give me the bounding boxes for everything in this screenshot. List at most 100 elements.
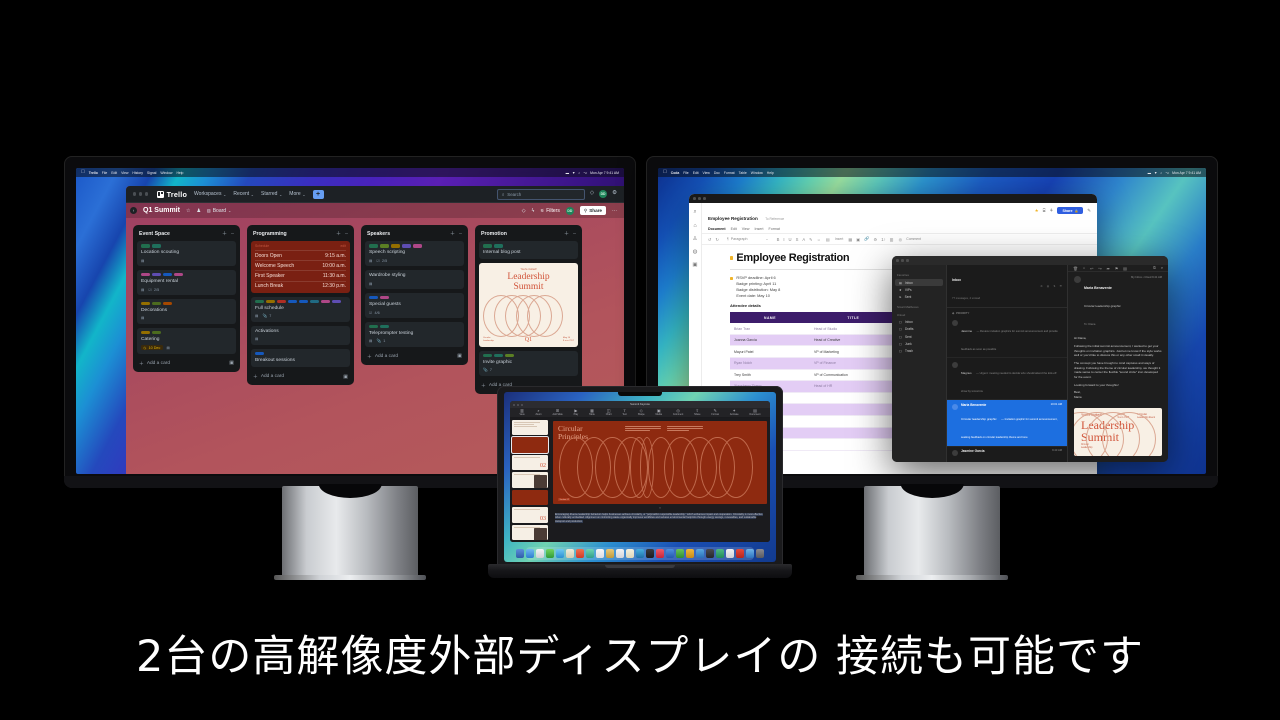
menubar-item-table[interactable]: Table	[739, 171, 747, 175]
dock-icon-calendar[interactable]	[595, 549, 605, 558]
menubar-item-format[interactable]: Format	[724, 171, 735, 175]
dock-icon-pages[interactable]	[695, 549, 705, 558]
list-menu-icon[interactable]: ···	[573, 231, 577, 237]
card-breakout-sessions[interactable]: Breakout sessions	[251, 348, 350, 368]
gear-icon[interactable]: ⚙	[612, 191, 617, 197]
window-traffic-lights[interactable]	[133, 192, 149, 196]
dock-icon-reminders[interactable]	[615, 549, 625, 558]
search-icon[interactable]: ⌕	[1161, 266, 1163, 270]
bold-button[interactable]: B	[777, 237, 780, 242]
dock-icon-contacts[interactable]	[605, 549, 615, 558]
toolbar-animate[interactable]: ✦ Animate	[730, 408, 739, 416]
share-button[interactable]: Share 🔒	[1057, 207, 1084, 215]
list-item[interactable]: Maria Benavente 10:01 AM Circular leader…	[947, 400, 1067, 447]
dock[interactable]	[516, 547, 765, 560]
lock-icon[interactable]: ⌸	[1043, 208, 1046, 213]
tune-icon[interactable]: ⚘	[1049, 208, 1053, 214]
menubar-app-name[interactable]: Coda	[671, 171, 679, 175]
list-add-icon[interactable]: ＋	[336, 230, 341, 237]
list-add-icon[interactable]: ＋	[450, 230, 455, 237]
strikethrough-button[interactable]: S	[796, 237, 799, 242]
card-equipment-rental[interactable]: Equipment rental ▤ ☑ 2/5	[137, 269, 236, 295]
left-menubar[interactable]:  Trello File Edit View History Signal W…	[76, 168, 624, 177]
search-icon[interactable]: ⌕	[578, 171, 580, 175]
menubar-status-items[interactable]: ▬ ▼ ⌕ ⌥ Mon Apr 7 9:41 AM	[566, 171, 619, 175]
toolbar-media[interactable]: ▣ Media	[655, 408, 662, 416]
menu-format[interactable]: Format	[769, 227, 780, 231]
menubar-item-edit[interactable]: Edit	[693, 171, 699, 175]
due-date-badge[interactable]: ◷ 10 Dec	[141, 345, 163, 351]
automation-icon[interactable]: ϟ	[532, 208, 535, 214]
toolbar-chart[interactable]: ◫ Chart	[606, 408, 612, 416]
dock-icon-trash[interactable]	[755, 549, 765, 558]
dock-icon-launchpad[interactable]	[525, 549, 535, 558]
slide-thumbnail[interactable]: 02	[512, 454, 548, 471]
search-icon[interactable]: ⌕	[693, 209, 696, 216]
paragraph-style-select[interactable]: ¶ Paragraph ⌄	[724, 236, 772, 242]
dock-icon-xcode[interactable]	[705, 549, 715, 558]
card-speech-scripting[interactable]: Speech scripting ▤ ☑ 2/5	[365, 241, 464, 266]
sidebar-expand-icon[interactable]: ›	[130, 207, 137, 214]
menu-edit[interactable]: Edit	[731, 227, 737, 231]
list-menu-icon[interactable]: ···	[345, 231, 349, 237]
dock-icon-preview[interactable]	[725, 549, 735, 558]
home-icon[interactable]: ⌂	[693, 223, 696, 229]
menubar-item-view[interactable]: View	[121, 171, 128, 175]
search-input[interactable]: ⌕ Search	[496, 188, 585, 200]
nav-recent[interactable]: Recent ⌄	[233, 191, 254, 197]
underline-button[interactable]: U	[789, 237, 792, 242]
list-add-icon[interactable]: ＋	[564, 230, 569, 237]
grid-icon[interactable]: ▣	[692, 262, 697, 268]
slide-navigator[interactable]: 02 03	[510, 418, 550, 542]
battery-icon[interactable]: ▬	[566, 171, 569, 175]
sidebar-item-vips[interactable]: ★ VIPs	[895, 286, 943, 293]
more-options-icon[interactable]: ···	[612, 208, 617, 214]
nav-workspaces[interactable]: Workspaces ⌄	[194, 191, 226, 197]
archive-icon[interactable]: ⌂	[1083, 266, 1085, 270]
column-title[interactable]: TITLE	[810, 312, 897, 324]
dock-icon-coda[interactable]	[735, 549, 745, 558]
person-icon[interactable]: ♙	[693, 236, 698, 242]
attachment-invite-graphic[interactable]: You're invited! Leadership Summit May 10…	[1074, 407, 1162, 456]
toolbar-zoom[interactable]: ⌕ Zoom	[535, 408, 541, 416]
card-teleprompter-testing[interactable]: Teleprompter testing ▤ 📎 1	[365, 321, 464, 347]
toolbar-view[interactable]: ▥ View	[519, 408, 524, 416]
avatar[interactable]: DD	[599, 190, 608, 198]
sidebar-item-inbox[interactable]: ▤ Inbox	[895, 279, 943, 287]
add-card-button[interactable]: ＋ Add a card ▣	[365, 351, 464, 361]
comment-button[interactable]: ◎ Comment	[899, 237, 921, 242]
control-center-icon[interactable]: ⌥	[583, 171, 587, 175]
card-wardrobe-styling[interactable]: Wardrobe styling ▤	[365, 269, 464, 289]
card-decorations[interactable]: Decorations ▤	[137, 298, 236, 324]
gear-icon[interactable]: ⚙	[873, 237, 877, 242]
dock-icon-tv[interactable]	[635, 549, 645, 558]
card-special-guests[interactable]: Special guests ☑ 4/6	[365, 292, 464, 318]
card-location-scouting[interactable]: Location scouting ▤	[137, 241, 236, 266]
trello-logo[interactable]: Trello	[157, 190, 187, 199]
reply-icon[interactable]: ↩	[1090, 266, 1093, 271]
table-icon[interactable]: ▦	[848, 237, 852, 242]
italic-button[interactable]: I	[783, 237, 784, 242]
card-invite-graphic[interactable]: Invite graphic 📎 7	[479, 350, 578, 376]
link-insert-icon[interactable]: 🔗	[864, 236, 869, 242]
mailbox-junk[interactable]: ▢ Junk	[895, 340, 943, 347]
toolbar-add-slide[interactable]: ⊞ Add Slide	[552, 408, 562, 416]
schedule-edit-link[interactable]: edit	[341, 244, 346, 248]
toolbar-share[interactable]: ⇪ Share	[694, 408, 700, 416]
priority-item[interactable]: Magnus — Urgent: meeting needed to decid…	[947, 358, 1067, 401]
link-icon[interactable]: ⇔	[817, 237, 821, 242]
toolbar-table[interactable]: ▦ Table	[589, 408, 595, 416]
dock-icon-music[interactable]	[655, 549, 665, 558]
highlight-icon[interactable]: ✎	[809, 237, 813, 242]
card-template-icon[interactable]: ▣	[229, 360, 234, 366]
dock-icon-photos[interactable]	[575, 549, 585, 558]
mailbox-sent[interactable]: ▢ Sent	[895, 333, 943, 340]
gear-icon[interactable]: ⚙	[1040, 284, 1042, 288]
card-invite-poster[interactable]: You're invited! Leadership Summit Circul…	[479, 263, 578, 347]
dock-icon-finder[interactable]	[516, 549, 525, 558]
menubar-item-history[interactable]: History	[132, 171, 143, 175]
slide-canvas[interactable]: Circular Principles Section 02	[553, 421, 767, 504]
create-button[interactable]: +	[312, 189, 324, 199]
menu-insert[interactable]: Insert	[755, 227, 764, 231]
slide-thumbnail[interactable]	[512, 472, 548, 488]
